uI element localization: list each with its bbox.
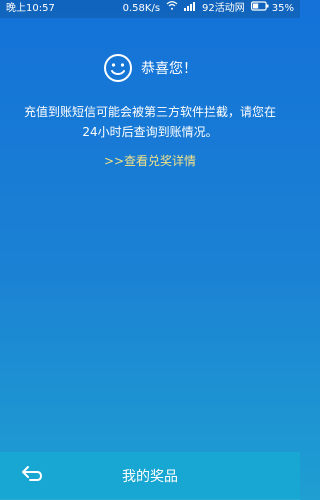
- smile-icon: [103, 53, 133, 83]
- battery-percent: 35%: [271, 3, 294, 14]
- carrier-name: 92活动网: [202, 3, 245, 14]
- bottom-bar: 我的奖品: [0, 452, 300, 500]
- status-bar: 晚上10:57 0.58K/s 92活动网 35%: [0, 0, 300, 18]
- result-message: 充值到账短信可能会被第三方软件拦截，请您在 24小时后查询到账情况。: [12, 102, 288, 142]
- congrats-header: 恭喜您！: [0, 52, 300, 84]
- battery-group: 35%: [250, 0, 294, 18]
- network-speed: 0.58K/s: [122, 3, 161, 14]
- back-button[interactable]: [18, 462, 46, 490]
- wifi-icon: [166, 0, 178, 18]
- view-prize-details-link[interactable]: >>查看兑奖详情: [0, 152, 300, 169]
- congrats-title: 恭喜您！: [141, 61, 197, 77]
- battery-icon: [250, 0, 269, 18]
- message-line-1: 充值到账短信可能会被第三方软件拦截，请您在: [23, 105, 276, 119]
- back-arrow-icon: [20, 465, 44, 487]
- signal-icon: [184, 0, 196, 18]
- status-right-group: 0.58K/s 92活动网 35%: [123, 0, 294, 18]
- message-line-2: 24小时后查询到账情况。: [82, 125, 218, 139]
- status-time: 晚上10:57: [6, 3, 55, 14]
- bottom-title: 我的奖品: [122, 469, 178, 485]
